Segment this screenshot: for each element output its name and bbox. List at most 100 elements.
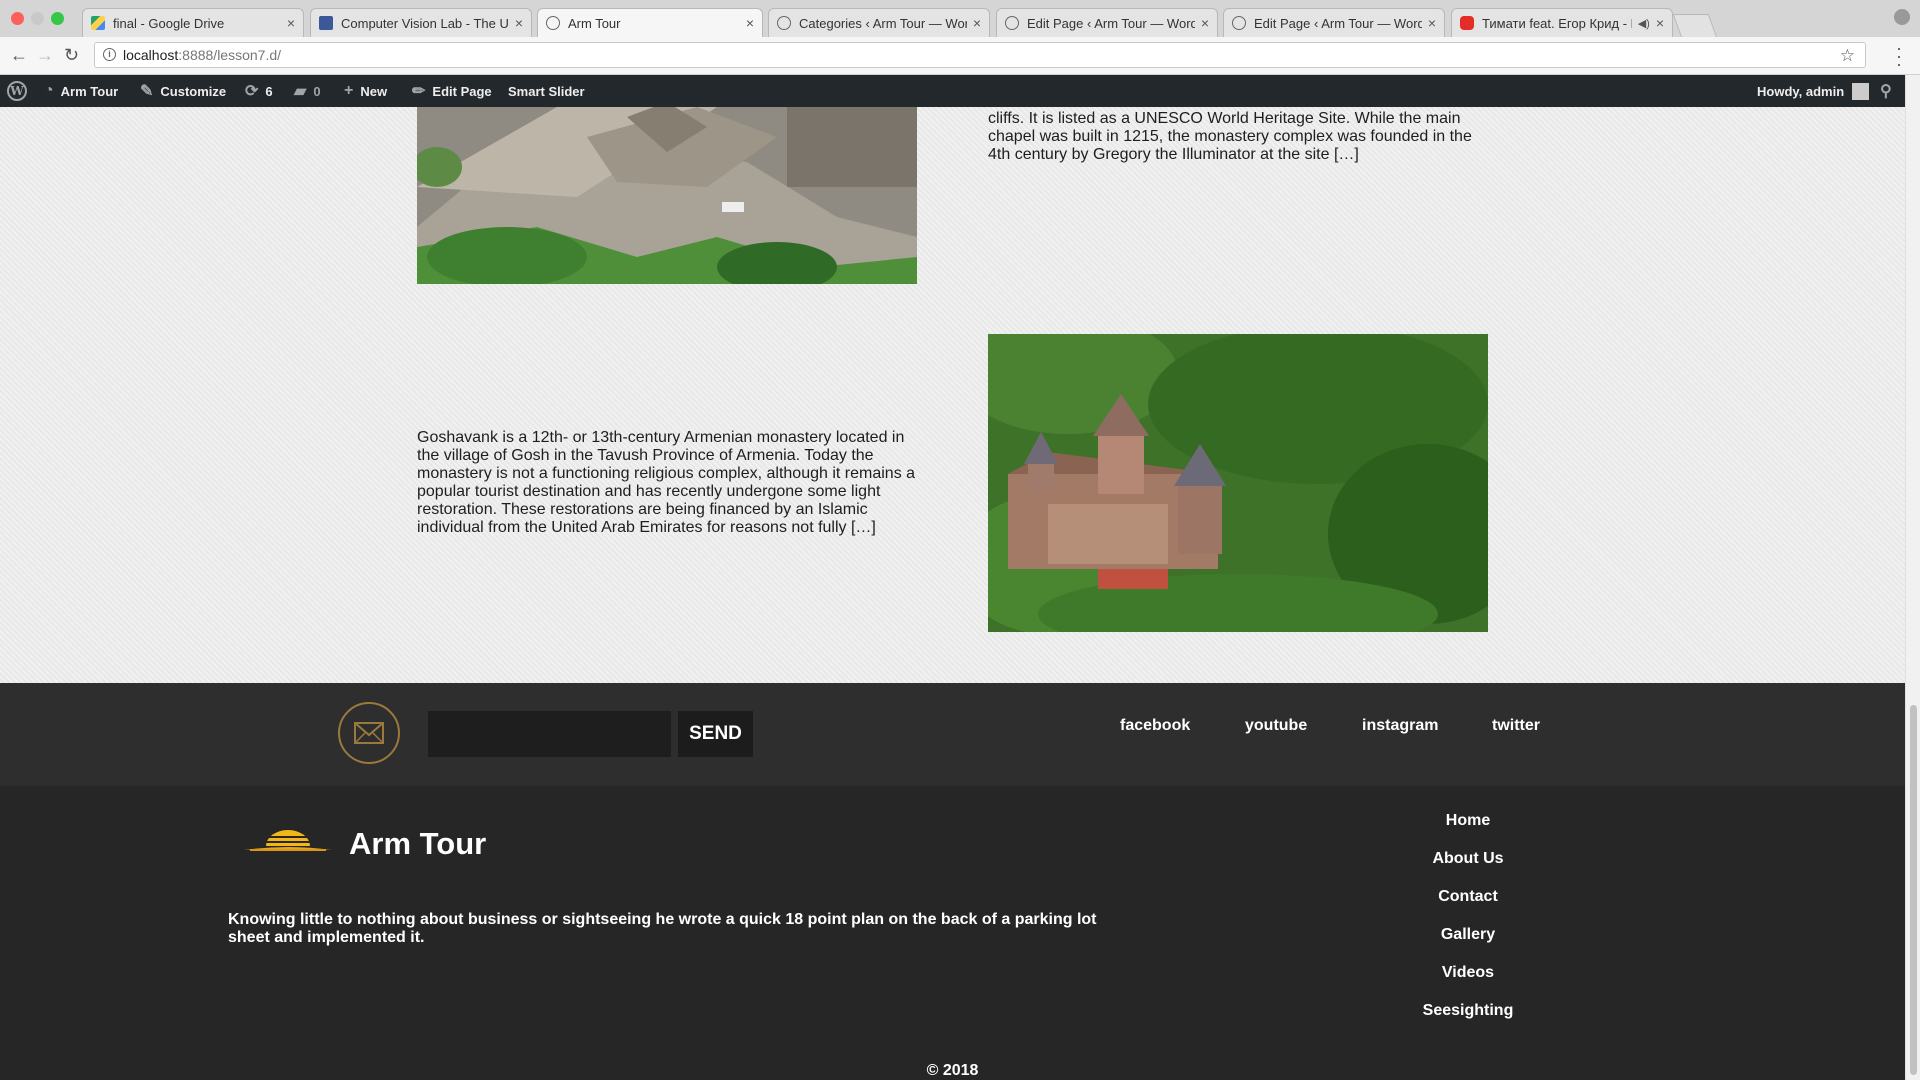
minimize-window-button[interactable] xyxy=(31,12,44,25)
close-tab-icon[interactable]: × xyxy=(1656,15,1664,31)
admin-site-label: Arm Tour xyxy=(60,83,119,99)
browser-tab[interactable]: Edit Page ‹ Arm Tour — WordP × xyxy=(996,8,1218,37)
posts-section: cliffs. It is listed as a UNESCO World H… xyxy=(0,107,1905,683)
close-tab-icon[interactable]: × xyxy=(746,15,754,31)
edit-page-link[interactable]: ✏ Edit Page xyxy=(412,75,492,107)
brush-icon: ✎ xyxy=(140,83,154,100)
mute-tab-icon[interactable]: ◀) xyxy=(1638,17,1650,30)
url-path: :8888/lesson7.d/ xyxy=(178,47,282,63)
new-tab-button[interactable] xyxy=(1672,14,1718,38)
browser-tab[interactable]: Тимати feat. Егор Крид - П ◀) × xyxy=(1451,8,1673,37)
new-label: New xyxy=(360,83,388,99)
new-content-link[interactable]: + New xyxy=(344,75,387,107)
admin-site-link[interactable]: ◔ Arm Tour xyxy=(44,75,118,107)
browser-tab-active[interactable]: Arm Tour × xyxy=(537,8,763,37)
wordpress-icon xyxy=(777,16,791,30)
site-footer: Arm Tour Knowing little to nothing about… xyxy=(0,786,1905,1080)
goshavank-monastery-image[interactable] xyxy=(988,334,1488,632)
browser-menu-icon[interactable]: · · · xyxy=(1896,39,1902,73)
howdy-label: Howdy, admin xyxy=(1757,83,1845,99)
url-host: localhost xyxy=(123,47,179,63)
comment-icon: ▰ xyxy=(294,83,307,100)
dashboard-icon: ◔ xyxy=(44,82,54,99)
updates-link[interactable]: ⟳ 6 xyxy=(245,75,273,107)
reload-icon[interactable]: ↻ xyxy=(64,45,79,66)
browser-toolbar: ← → ↻ i localhost:8888/lesson7.d/ ☆ xyxy=(0,37,1920,75)
browser-tab[interactable]: final - Google Drive × xyxy=(82,8,304,37)
comments-link[interactable]: ▰ 0 xyxy=(294,75,321,107)
instagram-link[interactable]: instagram xyxy=(1362,717,1438,735)
browser-tab-bar: final - Google Drive × Computer Vision L… xyxy=(0,0,1920,38)
close-tab-icon[interactable]: × xyxy=(1428,15,1436,31)
wordpress-icon xyxy=(546,16,560,30)
monastery-photo xyxy=(417,107,917,284)
browser-tab[interactable]: Categories ‹ Arm Tour — Word × xyxy=(768,8,990,37)
back-icon[interactable]: ← xyxy=(10,45,28,66)
footer-nav-contact[interactable]: Contact xyxy=(1368,888,1568,906)
footer-tagline: Knowing little to nothing about business… xyxy=(228,911,1097,946)
geghard-monastery-image[interactable] xyxy=(417,107,917,284)
copyright-text: © 2018 xyxy=(926,1062,979,1079)
maximize-window-button[interactable] xyxy=(51,12,64,25)
admin-search-button[interactable]: ⚲ xyxy=(1880,75,1892,107)
browser-tab[interactable]: Edit Page ‹ Arm Tour — WordP × xyxy=(1223,8,1445,37)
wordpress-logo-button[interactable]: W xyxy=(7,75,27,107)
wp-admin-bar: W ◔ Arm Tour ✎ Customize ⟳ 6 ▰ 0 + New ✏… xyxy=(0,75,1905,107)
envelope-icon xyxy=(354,722,384,744)
tab-title: Edit Page ‹ Arm Tour — WordP xyxy=(1027,15,1195,31)
facebook-link[interactable]: facebook xyxy=(1120,717,1190,735)
footer-nav-about-us[interactable]: About Us xyxy=(1368,850,1568,868)
footer-nav-home[interactable]: Home xyxy=(1368,812,1568,830)
geghard-excerpt: cliffs. It is listed as a UNESCO World H… xyxy=(988,110,1472,163)
my-account-link[interactable]: Howdy, admin xyxy=(1757,75,1870,107)
close-tab-icon[interactable]: × xyxy=(973,15,981,31)
plus-icon: + xyxy=(344,82,354,99)
tab-title: Categories ‹ Arm Tour — Word xyxy=(799,15,967,31)
tab-title: Тимати feat. Егор Крид - П xyxy=(1482,15,1632,31)
twitter-link[interactable]: twitter xyxy=(1492,717,1540,735)
forward-icon[interactable]: → xyxy=(36,45,54,66)
page-scrollbar[interactable] xyxy=(1905,75,1920,1080)
wordpress-icon: W xyxy=(7,81,27,101)
browser-tab[interactable]: Computer Vision Lab - The Un × xyxy=(310,8,532,37)
tab-title: final - Google Drive xyxy=(113,15,225,31)
footer-nav-videos[interactable]: Videos xyxy=(1368,964,1568,982)
avatar xyxy=(1852,82,1870,100)
search-icon: ⚲ xyxy=(1880,83,1892,100)
youtube-link[interactable]: youtube xyxy=(1245,717,1307,735)
facebook-icon xyxy=(319,16,333,30)
tab-title: Edit Page ‹ Arm Tour — WordP xyxy=(1254,15,1422,31)
info-icon[interactable]: i xyxy=(103,48,116,61)
profile-icon[interactable] xyxy=(1894,9,1910,25)
footer-nav-seesighting[interactable]: Seesighting xyxy=(1368,1002,1568,1020)
pencil-icon: ✏ xyxy=(412,83,426,100)
close-tab-icon[interactable]: × xyxy=(1201,15,1209,31)
updates-count: 6 xyxy=(265,83,273,99)
customize-label: Customize xyxy=(160,83,227,99)
close-window-button[interactable] xyxy=(11,12,24,25)
footer-brand-title[interactable]: Arm Tour xyxy=(349,826,486,862)
newsletter-social-strip: SEND facebook youtube instagram twitter xyxy=(0,683,1905,786)
send-button[interactable]: SEND xyxy=(678,711,753,757)
customize-link[interactable]: ✎ Customize xyxy=(140,75,226,107)
goshavank-excerpt: Goshavank is a 12th- or 13th-century Arm… xyxy=(417,429,916,536)
youtube-icon xyxy=(1460,16,1474,30)
tab-title: Computer Vision Lab - The Un xyxy=(341,15,509,31)
drive-icon xyxy=(91,16,105,30)
smart-slider-link[interactable]: Smart Slider xyxy=(508,75,585,107)
comments-count: 0 xyxy=(313,83,321,99)
smart-slider-label: Smart Slider xyxy=(508,83,585,99)
wordpress-icon xyxy=(1232,16,1246,30)
footer-nav-gallery[interactable]: Gallery xyxy=(1368,926,1568,944)
edit-page-label: Edit Page xyxy=(432,83,492,99)
address-bar[interactable]: i localhost:8888/lesson7.d/ ☆ xyxy=(94,42,1866,68)
mail-circle xyxy=(338,702,400,764)
scrollbar-thumb[interactable] xyxy=(1910,705,1917,1075)
close-tab-icon[interactable]: × xyxy=(515,15,523,31)
sunset-logo-icon[interactable] xyxy=(240,822,336,862)
newsletter-email-input[interactable] xyxy=(428,711,671,757)
tab-title: Arm Tour xyxy=(568,15,621,31)
bookmark-star-icon[interactable]: ☆ xyxy=(1840,46,1855,66)
close-tab-icon[interactable]: × xyxy=(287,15,295,31)
updates-icon: ⟳ xyxy=(245,83,259,100)
